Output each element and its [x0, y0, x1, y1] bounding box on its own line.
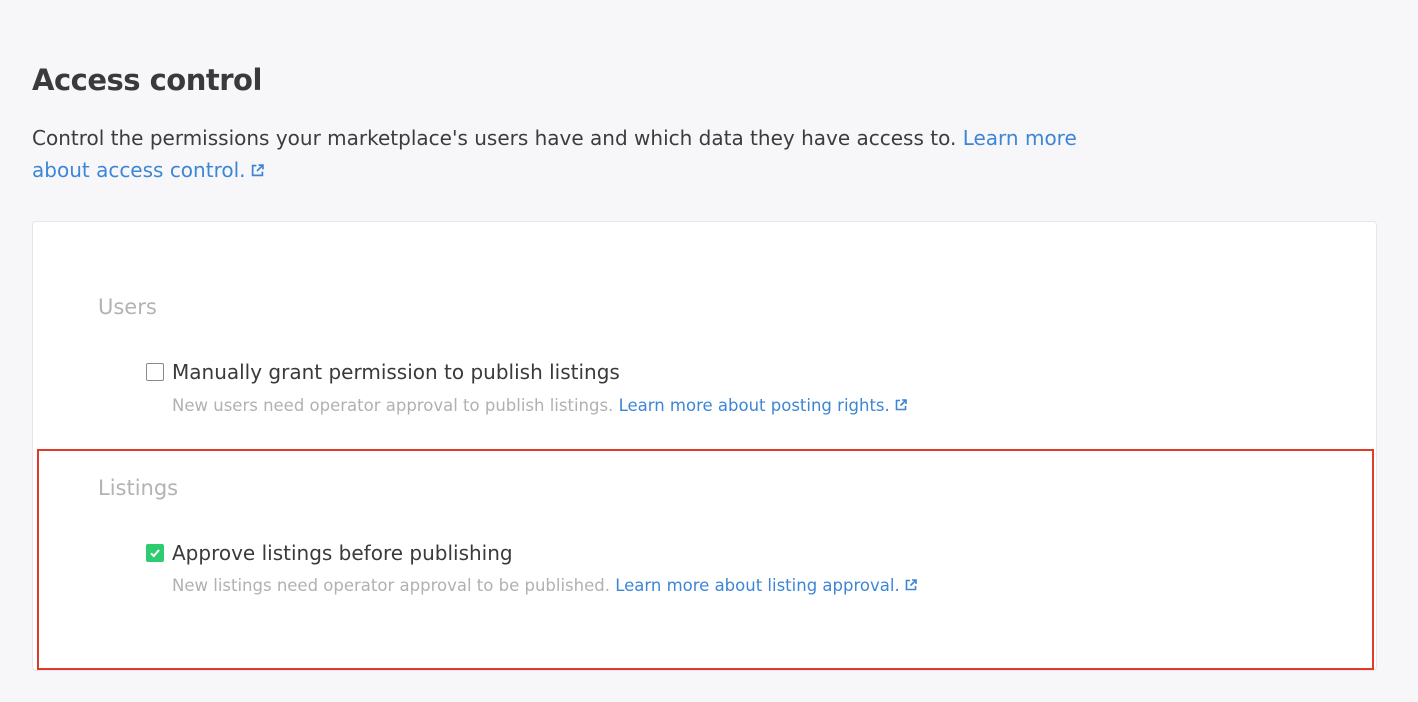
approve-listings-checkbox[interactable]	[146, 544, 164, 562]
listings-help-description: New listings need operator approval to b…	[172, 576, 610, 595]
manual-publish-permission-checkbox[interactable]	[146, 363, 164, 381]
page-title: Access control	[32, 63, 262, 97]
listing-approval-link-label: Learn more about listing approval.	[615, 576, 900, 595]
posting-rights-link-label: Learn more about posting rights.	[618, 396, 890, 415]
option-approve-listings[interactable]: Approve listings before publishing	[146, 540, 513, 566]
description-text: Control the permissions your marketplace…	[32, 126, 957, 150]
manual-publish-permission-label[interactable]: Manually grant permission to publish lis…	[172, 359, 620, 385]
section-title-listings: Listings	[98, 476, 179, 500]
checkmark-icon	[150, 549, 160, 558]
listing-approval-learn-more-link[interactable]: Learn more about listing approval.	[615, 576, 917, 595]
users-help-description: New users need operator approval to publ…	[172, 396, 614, 415]
option-manual-publish-permission[interactable]: Manually grant permission to publish lis…	[146, 359, 620, 385]
posting-rights-learn-more-link[interactable]: Learn more about posting rights.	[619, 396, 907, 415]
approve-listings-label[interactable]: Approve listings before publishing	[172, 540, 513, 566]
users-help-text: New users need operator approval to publ…	[172, 395, 907, 417]
access-control-card: Users Manually grant permission to publi…	[32, 221, 1377, 671]
external-link-icon	[895, 399, 907, 411]
page-description: Control the permissions your marketplace…	[32, 122, 1122, 186]
access-control-page: Access control Control the permissions y…	[0, 0, 1418, 702]
listings-help-text: New listings need operator approval to b…	[172, 575, 917, 597]
external-link-icon	[905, 579, 917, 591]
external-link-icon	[251, 164, 264, 177]
section-title-users: Users	[98, 295, 157, 319]
